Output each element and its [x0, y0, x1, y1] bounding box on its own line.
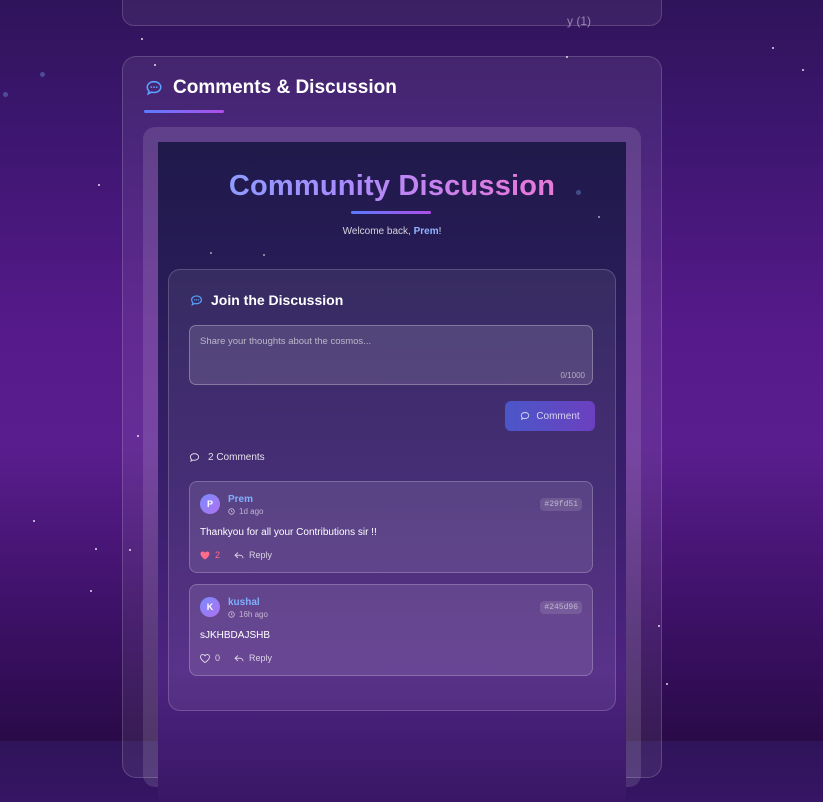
chat-bubble-icon	[146, 80, 162, 96]
section-header: Comments & Discussion	[145, 77, 397, 99]
comment-card: P Prem 1d ago #29fd51 Thankyou for all y…	[189, 481, 593, 573]
like-button[interactable]: 2	[200, 550, 220, 560]
comment-text: Thankyou for all your Contributions sir …	[200, 527, 377, 538]
avatar: P	[200, 494, 220, 514]
comment-author[interactable]: Prem	[228, 494, 253, 505]
join-header: Join the Discussion	[190, 292, 343, 308]
comment-button-label: Comment	[536, 410, 580, 422]
comment-author[interactable]: kushal	[228, 597, 260, 608]
comment-actions: 0 Reply	[200, 653, 272, 663]
chat-bubble-icon	[191, 294, 202, 306]
reply-button[interactable]: Reply	[234, 550, 272, 560]
welcome-prefix: Welcome back,	[342, 226, 414, 237]
avatar: K	[200, 597, 220, 617]
comment-time-label: 1d ago	[239, 507, 264, 516]
previous-card-text: y (1)	[567, 14, 591, 28]
discussion-panel: Join the Discussion Share your thoughts …	[168, 269, 616, 711]
reply-label: Reply	[249, 550, 273, 560]
comment-id-badge: #29fd51	[540, 498, 582, 511]
section-title: Comments & Discussion	[173, 77, 397, 98]
comment-text: sJKHBDAJSHB	[200, 630, 271, 641]
welcome-suffix: !	[438, 226, 442, 237]
like-button[interactable]: 0	[200, 653, 220, 663]
welcome-message: Welcome back, Prem!	[158, 226, 626, 237]
comment-actions: 2 Reply	[200, 550, 272, 560]
discussion-app: Community Discussion Welcome back, Prem!…	[158, 142, 626, 802]
chat-bubble-icon	[189, 453, 200, 463]
heart-filled-icon	[200, 551, 210, 559]
reply-icon	[234, 654, 244, 661]
embedded-frame: Community Discussion Welcome back, Prem!…	[143, 127, 641, 802]
comment-textarea[interactable]: Share your thoughts about the cosmos... …	[189, 325, 593, 385]
comment-id-badge: #245d96	[540, 601, 582, 614]
comment-time-label: 16h ago	[239, 610, 268, 619]
like-count: 0	[215, 653, 221, 663]
comments-count-label: 2 Comments	[208, 452, 265, 463]
join-title: Join the Discussion	[211, 292, 344, 308]
reply-icon	[234, 551, 244, 558]
char-counter: 0/1000	[560, 371, 585, 380]
comment-time: 1d ago	[228, 507, 263, 516]
section-title-underline	[144, 110, 224, 113]
discussion-title: Community Discussion	[158, 170, 626, 203]
reply-label: Reply	[249, 653, 273, 663]
heart-outline-icon	[200, 653, 210, 663]
chat-bubble-icon	[521, 412, 530, 421]
comments-section: Comments & Discussion Community Discussi…	[122, 56, 662, 802]
clock-icon	[228, 508, 235, 515]
clock-icon	[228, 611, 235, 618]
reply-button[interactable]: Reply	[234, 653, 272, 663]
comment-card: K kushal 16h ago #245d96 sJKHBDAJSHB 0 R…	[189, 584, 593, 676]
like-count: 2	[215, 550, 221, 560]
comments-count: 2 Comments	[189, 452, 265, 463]
comment-submit-button[interactable]: Comment	[505, 401, 595, 431]
comment-placeholder: Share your thoughts about the cosmos...	[200, 336, 372, 347]
discussion-title-underline	[351, 211, 431, 214]
previous-card: y (1)	[122, 0, 662, 28]
comment-time: 16h ago	[228, 610, 268, 619]
welcome-username: Prem	[413, 226, 439, 237]
